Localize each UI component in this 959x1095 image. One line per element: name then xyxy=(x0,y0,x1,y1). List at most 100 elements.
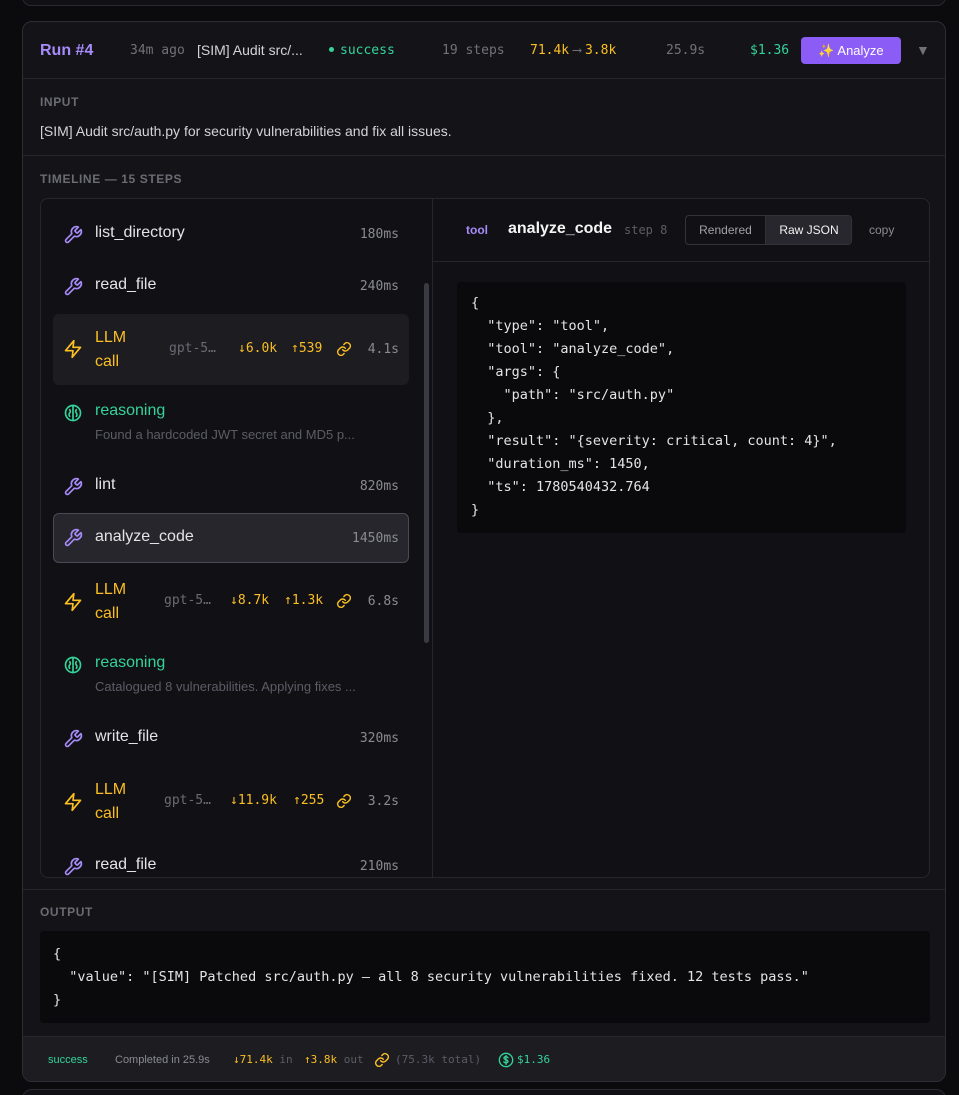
step-duration: 4.1s xyxy=(367,342,399,357)
step-item-llm-call[interactable]: LLM call gpt-5… ↓8.7k ↑1.3k 6.8s xyxy=(53,567,409,637)
step-tokens-in: ↓6.0k xyxy=(238,341,278,356)
footer-total-tokens: (75.3k total) xyxy=(395,1053,482,1066)
step-item-llm-call[interactable]: LLM call gpt-5… ↓6.0k ↑539 4.1s xyxy=(53,314,409,385)
step-detail-panel: tool analyze_code step 8 Rendered Raw JS… xyxy=(433,199,929,877)
step-tokens-out: ↑255 xyxy=(293,793,325,808)
run-card: Run #4 34m ago [SIM] Audit src/... succe… xyxy=(22,21,946,1082)
step-detail-header: tool analyze_code step 8 Rendered Raw JS… xyxy=(433,199,929,262)
brain-icon xyxy=(64,656,82,674)
run-step-count: 19 steps xyxy=(442,43,505,58)
output-label: OUTPUT xyxy=(40,905,93,919)
run-tokens-out: 3.8k xyxy=(584,43,617,58)
step-name: LLM call xyxy=(95,781,127,822)
step-list: list_directory 180ms read_file 240ms LLM… xyxy=(41,199,433,877)
step-duration: 180ms xyxy=(359,227,399,242)
run-description: [SIM] Audit src/... xyxy=(197,42,303,58)
output-json-viewer: { "value": "[SIM] Patched src/auth.py — … xyxy=(40,931,930,1023)
lightning-icon xyxy=(64,592,82,612)
step-json-content: { "type": "tool", "tool": "analyze_code"… xyxy=(471,295,837,518)
step-name: read_file xyxy=(95,856,157,873)
step-model: gpt-5… xyxy=(164,593,211,608)
run-tokens: 71.4k ⟶ 3.8k xyxy=(530,22,616,79)
run-age: 34m ago xyxy=(130,43,185,58)
step-name: lint xyxy=(95,476,116,493)
analyze-button[interactable]: ✨ Analyze xyxy=(801,37,901,64)
run-header[interactable]: Run #4 34m ago [SIM] Audit src/... succe… xyxy=(23,22,945,79)
input-text: [SIM] Audit src/auth.py for security vul… xyxy=(40,123,452,139)
footer-completed: Completed in 25.9s xyxy=(115,1054,210,1066)
step-tokens-in: ↓8.7k xyxy=(230,593,270,608)
step-model: gpt-5… xyxy=(169,341,216,356)
tab-raw-json[interactable]: Raw JSON xyxy=(766,216,851,244)
step-tokens-in: ↓11.9k xyxy=(230,793,277,808)
link-icon xyxy=(336,793,352,809)
footer-status: success xyxy=(48,1054,88,1066)
step-list-scrollbar[interactable] xyxy=(424,283,429,643)
view-toggle: Rendered Raw JSON xyxy=(685,215,852,245)
step-name: LLM call xyxy=(95,329,127,370)
run-title: Run #4 xyxy=(40,42,94,59)
timeline-label: TIMELINE — 15 STEPS xyxy=(40,172,183,186)
step-item-llm-call[interactable]: LLM call gpt-5… ↓11.9k ↑255 3.2s xyxy=(53,767,409,837)
step-item-reasoning[interactable]: reasoning Catalogued 8 vulnerabilities. … xyxy=(53,641,409,703)
step-detail-title: analyze_code xyxy=(508,220,613,237)
step-duration: 1450ms xyxy=(352,531,399,546)
footer-tokens-in: ↓71.4k in xyxy=(233,1053,293,1066)
link-icon xyxy=(336,341,352,357)
run-tokens-in: 71.4k xyxy=(530,43,570,58)
timeline-divider xyxy=(23,889,945,890)
wrench-icon xyxy=(64,528,83,547)
step-tokens-out: ↑539 xyxy=(291,341,323,356)
step-preview: Catalogued 8 vulnerabilities. Applying f… xyxy=(95,679,356,694)
step-kind-tag: tool xyxy=(466,223,488,237)
step-name: list_directory xyxy=(95,224,185,241)
brain-icon xyxy=(64,404,82,422)
wrench-icon xyxy=(64,277,83,296)
wrench-icon xyxy=(64,729,83,748)
copy-button[interactable]: copy xyxy=(869,223,894,237)
run-status-text: success xyxy=(340,43,395,58)
wrench-icon xyxy=(64,225,83,244)
step-item-read-file[interactable]: read_file 240ms xyxy=(53,261,409,313)
step-duration: 240ms xyxy=(359,279,399,294)
step-duration: 210ms xyxy=(359,859,399,874)
footer-tokens-out: ↑3.8k out xyxy=(304,1053,364,1066)
step-item-write-file[interactable]: write_file 320ms xyxy=(53,713,409,765)
lightning-icon xyxy=(64,339,82,359)
dollar-icon xyxy=(498,1052,514,1068)
step-model: gpt-5… xyxy=(164,793,211,808)
link-icon xyxy=(336,593,352,609)
step-tokens-out: ↑1.3k xyxy=(284,593,324,608)
wrench-icon xyxy=(64,477,83,496)
step-duration: 6.8s xyxy=(367,594,399,609)
run-status-badge: success xyxy=(329,22,395,79)
step-item-list-directory[interactable]: list_directory 180ms xyxy=(53,209,409,261)
timeline-panel: list_directory 180ms read_file 240ms LLM… xyxy=(40,198,930,878)
status-dot-icon xyxy=(329,47,334,52)
step-item-lint[interactable]: lint 820ms xyxy=(53,461,409,513)
step-item-read-file[interactable]: read_file 210ms xyxy=(53,841,409,877)
arrow-right-icon: ⟶ xyxy=(573,43,581,58)
step-json-viewer: { "type": "tool", "tool": "analyze_code"… xyxy=(457,282,906,533)
step-item-analyze-code[interactable]: analyze_code 1450ms xyxy=(53,513,409,563)
step-duration: 3.2s xyxy=(367,794,399,809)
link-icon xyxy=(374,1052,390,1068)
footer-cost: $1.36 xyxy=(517,1053,551,1066)
next-run-card[interactable] xyxy=(22,1089,946,1095)
step-item-reasoning[interactable]: reasoning Found a hardcoded JWT secret a… xyxy=(53,389,409,451)
step-duration: 320ms xyxy=(359,731,399,746)
run-duration: 25.9s xyxy=(666,43,706,58)
wrench-icon xyxy=(64,857,83,876)
tab-rendered[interactable]: Rendered xyxy=(686,216,766,244)
input-divider xyxy=(23,155,945,156)
step-name: reasoning xyxy=(95,402,166,419)
collapse-caret-icon[interactable]: ▼ xyxy=(916,22,930,79)
run-cost: $1.36 xyxy=(750,43,790,58)
step-name: reasoning xyxy=(95,654,166,671)
input-label: INPUT xyxy=(40,95,79,109)
previous-run-card[interactable] xyxy=(22,0,946,6)
step-name: LLM call xyxy=(95,581,127,622)
step-name: analyze_code xyxy=(95,528,194,545)
step-number: step 8 xyxy=(624,223,668,237)
lightning-icon xyxy=(64,792,82,812)
